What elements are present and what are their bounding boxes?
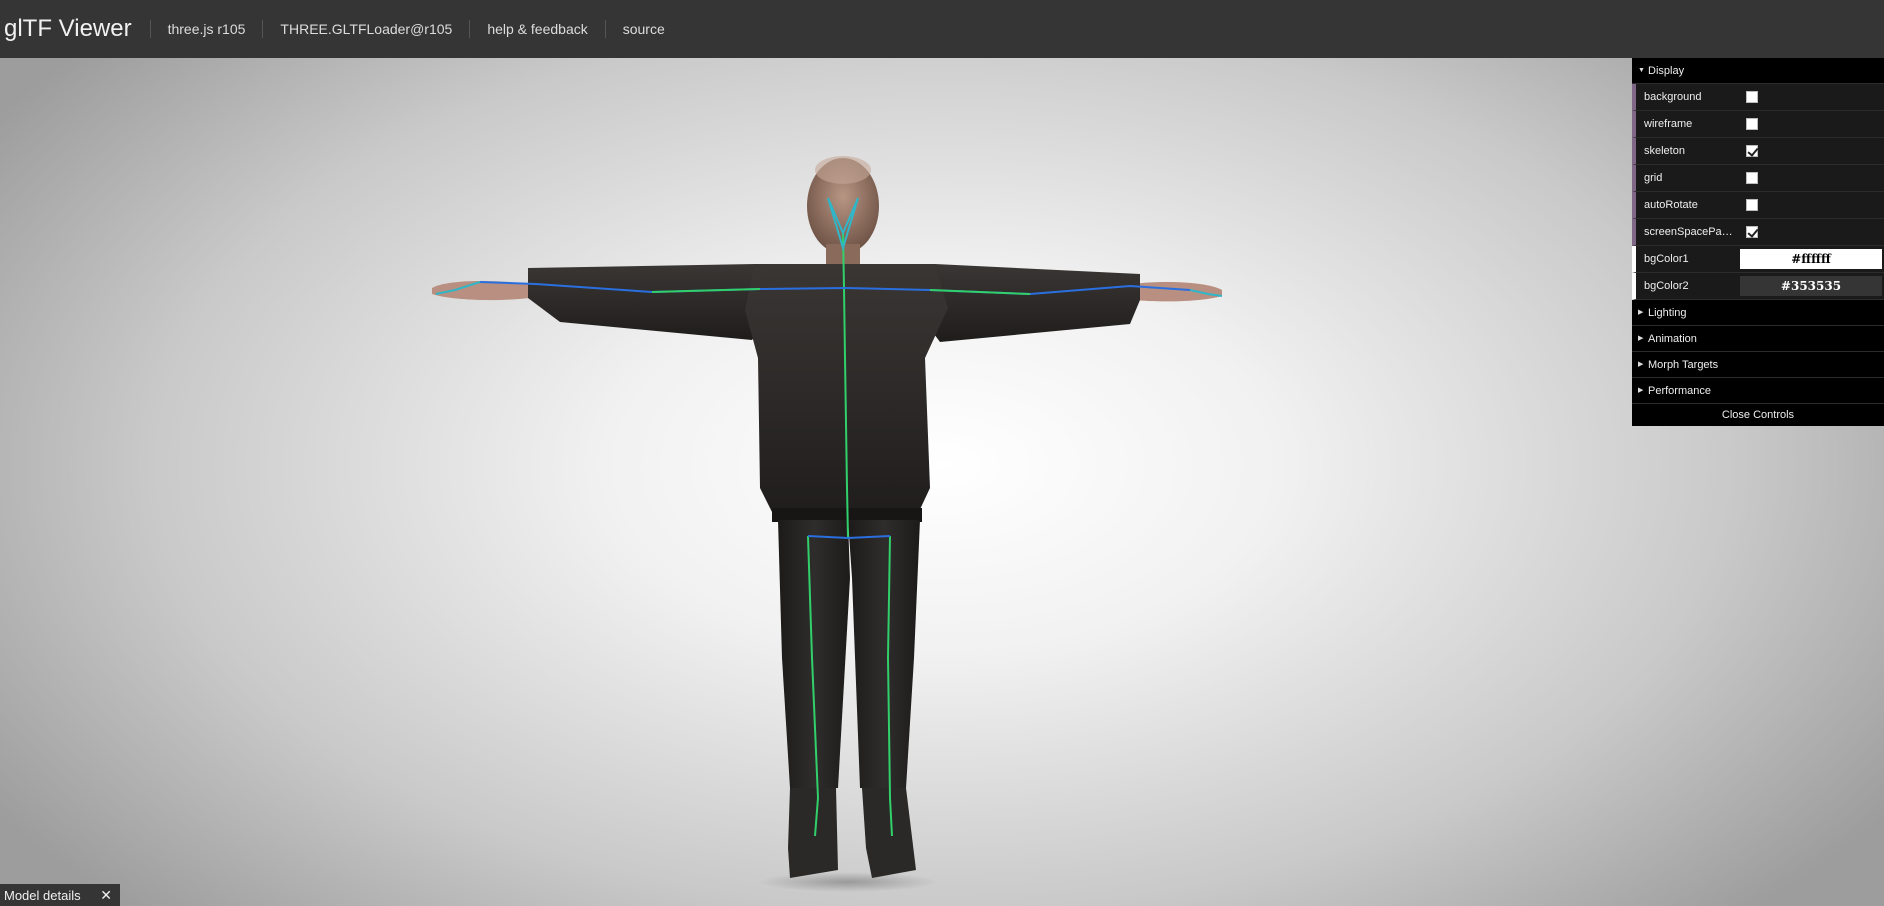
nav-link-gltfloader[interactable]: THREE.GLTFLoader@r105: [262, 20, 469, 38]
triangle-down-icon: ▼: [1638, 67, 1645, 74]
control-skeleton[interactable]: skeleton: [1632, 138, 1884, 165]
control-label: bgColor2: [1644, 280, 1689, 292]
model-scalp: [815, 156, 871, 184]
control-label: screenSpacePan…: [1644, 226, 1738, 238]
model-left-shoe: [788, 788, 838, 878]
model-right-shoe: [862, 788, 916, 878]
control-label: autoRotate: [1644, 199, 1698, 211]
folder-morph-targets[interactable]: ▶ Morph Targets: [1632, 352, 1884, 378]
grid-checkbox[interactable]: [1746, 172, 1758, 184]
model-left-leg: [778, 520, 850, 788]
folder-display[interactable]: ▼ Display: [1632, 58, 1884, 84]
nav-link-source[interactable]: source: [604, 20, 682, 38]
folder-animation-label: Animation: [1648, 333, 1697, 345]
control-label: background: [1644, 91, 1702, 103]
top-navbar: glTF Viewer three.js r105 THREE.GLTFLoad…: [0, 0, 1884, 58]
folder-display-label: Display: [1648, 65, 1685, 77]
control-label: skeleton: [1644, 145, 1685, 157]
close-controls-button[interactable]: Close Controls: [1632, 404, 1884, 426]
folder-morph-targets-label: Morph Targets: [1648, 359, 1719, 371]
screenspacepanning-checkbox[interactable]: [1746, 226, 1758, 238]
model-details-bar[interactable]: Model details ✕: [0, 884, 120, 906]
folder-lighting[interactable]: ▶ Lighting: [1632, 300, 1884, 326]
control-wireframe[interactable]: wireframe: [1632, 111, 1884, 138]
control-background[interactable]: background: [1632, 84, 1884, 111]
control-label: wireframe: [1644, 118, 1693, 130]
bgcolor2-swatch[interactable]: #353535: [1740, 276, 1882, 296]
folder-animation[interactable]: ▶ Animation: [1632, 326, 1884, 352]
model-right-leg: [848, 520, 920, 788]
control-screenspacepanning[interactable]: screenSpacePan…: [1632, 219, 1884, 246]
background-checkbox[interactable]: [1746, 91, 1758, 103]
control-bgcolor2[interactable]: bgColor2 #353535: [1632, 273, 1884, 300]
rendered-model[interactable]: [0, 58, 1884, 906]
triangle-right-icon: ▶: [1638, 387, 1644, 394]
model-right-hand: [1132, 282, 1222, 302]
autorotate-checkbox[interactable]: [1746, 199, 1758, 211]
wireframe-checkbox[interactable]: [1746, 118, 1758, 130]
folder-lighting-label: Lighting: [1648, 307, 1687, 319]
triangle-right-icon: ▶: [1638, 309, 1644, 316]
close-icon[interactable]: ✕: [100, 887, 112, 904]
control-label: grid: [1644, 172, 1663, 184]
control-label: bgColor1: [1644, 253, 1689, 265]
model-details-label[interactable]: Model details: [4, 888, 81, 903]
bgcolor1-swatch[interactable]: #ffffff: [1740, 249, 1882, 269]
control-grid[interactable]: grid: [1632, 165, 1884, 192]
triangle-right-icon: ▶: [1638, 335, 1644, 342]
3d-viewport[interactable]: [0, 58, 1884, 906]
folder-performance[interactable]: ▶ Performance: [1632, 378, 1884, 404]
nav-link-help-feedback[interactable]: help & feedback: [469, 20, 604, 38]
folder-performance-label: Performance: [1648, 385, 1711, 397]
triangle-right-icon: ▶: [1638, 361, 1644, 368]
controls-panel: ▼ Display background wireframe skeleton …: [1632, 58, 1884, 426]
control-bgcolor1[interactable]: bgColor1 #ffffff: [1632, 246, 1884, 273]
skeleton-checkbox[interactable]: [1746, 145, 1758, 157]
app-title: glTF Viewer: [4, 15, 132, 42]
floor-shadow: [758, 872, 938, 892]
control-autorotate[interactable]: autoRotate: [1632, 192, 1884, 219]
nav-link-threejs[interactable]: three.js r105: [149, 20, 263, 38]
